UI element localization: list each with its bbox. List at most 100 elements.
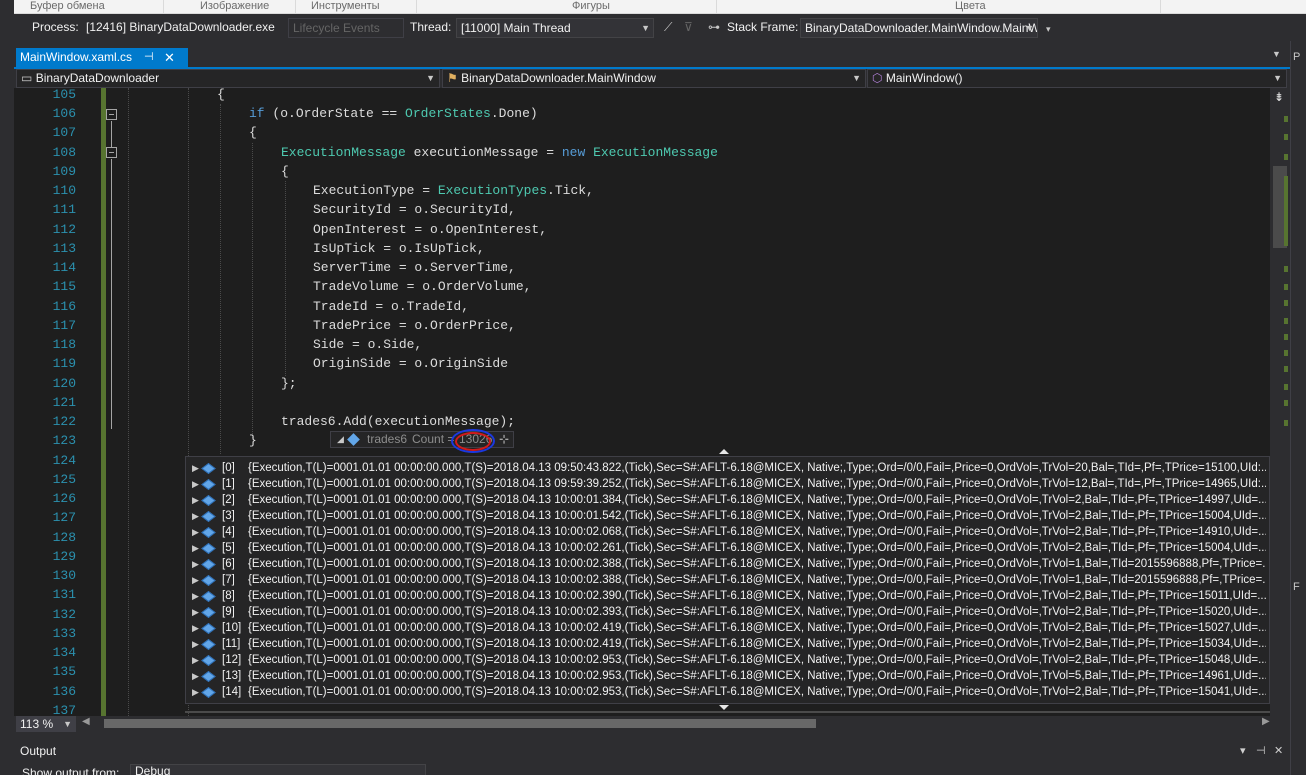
pin-icon[interactable]: ⊣ xyxy=(1256,744,1266,757)
object-icon xyxy=(201,687,216,698)
thread-combo[interactable]: [11000] Main Thread ▼ xyxy=(456,18,654,38)
line-number: 128 xyxy=(52,530,76,545)
list-item[interactable]: ▶ [14] {Execution,T(L)=0001.01.01 00:00:00… xyxy=(186,684,1269,700)
object-icon xyxy=(201,655,216,666)
document-tab-strip: MainWindow.xaml.cs ⊣ ✕ ▼ xyxy=(14,41,1290,67)
collapse-triangle-icon[interactable]: ◢ xyxy=(337,432,344,447)
keyword: if xyxy=(249,106,265,121)
list-item[interactable]: ▶ [1] {Execution,T(L)=0001.01.01 00:00:00.… xyxy=(186,476,1269,492)
list-item[interactable]: ▶ [3] {Execution,T(L)=0001.01.01 00:00:00.… xyxy=(186,508,1269,524)
list-item[interactable]: ▶ [10] {Execution,T(L)=0001.01.01 00:00:00… xyxy=(186,620,1269,636)
item-value: {Execution,T(L)=0001.01.01 00:00:00.000,… xyxy=(248,686,1266,698)
code-text: ExecutionType = xyxy=(313,183,438,198)
line-number: 131 xyxy=(52,587,76,602)
stack-frame-combo[interactable]: BinaryDataDownloader.MainWindow.MainWind… xyxy=(800,18,1038,38)
lifecycle-events-button[interactable]: Lifecycle Events xyxy=(288,18,404,38)
list-item[interactable]: ▶ [12] {Execution,T(L)=0001.01.01 00:00:00… xyxy=(186,652,1269,668)
member-dropdown[interactable]: ⬡ MainWindow() ▼ xyxy=(867,69,1287,88)
expand-icon[interactable]: ▶ xyxy=(192,588,199,604)
expand-icon[interactable]: ▶ xyxy=(192,524,199,540)
code-line: Side = o.Side, xyxy=(313,337,423,352)
collapse-region-icon[interactable] xyxy=(106,109,117,120)
horizontal-scroll-thumb[interactable] xyxy=(104,719,816,728)
flag-icon[interactable]: ⟋ xyxy=(664,20,672,35)
expand-icon[interactable]: ▶ xyxy=(192,476,199,492)
item-index: [9] xyxy=(222,606,235,618)
indent-guide xyxy=(252,143,253,438)
type-name: ExecutionTypes xyxy=(437,183,548,198)
item-index: [6] xyxy=(222,558,235,570)
object-icon xyxy=(201,463,216,474)
list-item[interactable]: ▶ [7] {Execution,T(L)=0001.01.01 00:00:00.… xyxy=(186,572,1269,588)
expand-icon[interactable]: ▶ xyxy=(192,540,199,556)
variable-icon xyxy=(347,433,360,446)
expand-icon[interactable]: ▶ xyxy=(192,508,199,524)
expand-icon[interactable]: ▶ xyxy=(192,604,199,620)
ribbon-group-tools[interactable]: Инструменты xyxy=(311,0,380,13)
scroll-left-icon[interactable]: ◀ xyxy=(82,716,90,727)
item-value: {Execution,T(L)=0001.01.01 00:00:00.000,… xyxy=(248,462,1266,474)
expand-icon[interactable]: ▶ xyxy=(192,668,199,684)
output-title: Output xyxy=(20,744,57,758)
ribbon-group-shapes[interactable]: Фигуры xyxy=(572,0,610,13)
expand-icon[interactable]: ▶ xyxy=(192,556,199,572)
ribbon-separator xyxy=(163,0,164,13)
item-value: {Execution,T(L)=0001.01.01 00:00:00.000,… xyxy=(248,558,1266,570)
list-item[interactable]: ▶ [2] {Execution,T(L)=0001.01.01 00:00:00.… xyxy=(186,492,1269,508)
list-item[interactable]: ▶ [11] {Execution,T(L)=0001.01.01 00:00:00… xyxy=(186,636,1269,652)
list-item[interactable]: ▶ [13] {Execution,T(L)=0001.01.01 00:00:00… xyxy=(186,668,1269,684)
list-item[interactable]: ▶ [6] {Execution,T(L)=0001.01.01 00:00:00.… xyxy=(186,556,1269,572)
object-icon xyxy=(201,591,216,602)
scroll-up-icon[interactable] xyxy=(719,449,729,454)
navigation-bar: ▭ BinaryDataDownloader ▼ ⚑ BinaryDataDow… xyxy=(14,69,1290,88)
expand-icon[interactable]: ▶ xyxy=(192,652,199,668)
properties-tab[interactable]: F xyxy=(1293,581,1300,593)
scroll-down-icon[interactable] xyxy=(719,705,729,710)
line-number: 118 xyxy=(52,337,76,352)
ribbon-separator xyxy=(1160,0,1161,13)
tab-mainwindow-xaml-cs[interactable]: MainWindow.xaml.cs ⊣ ✕ xyxy=(16,48,188,67)
change-mark xyxy=(1284,176,1288,246)
tab-list-dropdown-icon[interactable]: ▼ xyxy=(1272,49,1281,59)
collapse-region-icon[interactable] xyxy=(106,147,117,158)
dropdown-icon[interactable]: ▾ xyxy=(1240,744,1246,757)
code-line: ExecutionType = ExecutionTypes.Tick, xyxy=(313,181,594,200)
expand-icon[interactable]: ▶ xyxy=(192,636,199,652)
change-mark xyxy=(1284,266,1288,272)
project-dropdown[interactable]: ▭ BinaryDataDownloader ▼ xyxy=(16,69,440,88)
line-number: 107 xyxy=(52,125,76,140)
expand-icon[interactable]: ▶ xyxy=(192,492,199,508)
pin-datatip-icon[interactable]: ⊹ xyxy=(499,432,509,447)
list-item[interactable]: ▶ [0] {Execution,T(L)=0001.01.01 00:00:00.… xyxy=(186,460,1269,476)
expand-icon[interactable]: ▶ xyxy=(192,460,199,476)
expand-icon[interactable]: ▶ xyxy=(192,684,199,700)
pin-icon[interactable]: ⊣ xyxy=(144,48,154,67)
filter-icon[interactable]: ⊽ xyxy=(684,20,693,34)
process-combo[interactable]: [12416] BinaryDataDownloader.exe xyxy=(82,18,280,38)
expand-icon[interactable]: ▶ xyxy=(192,620,199,636)
ribbon-group-colors[interactable]: Цвета xyxy=(955,0,986,13)
chevron-down-icon: ▼ xyxy=(426,73,435,83)
solution-explorer-tab[interactable]: P xyxy=(1293,51,1300,63)
split-editor-icon[interactable]: ⇟ xyxy=(1274,90,1284,104)
type-dropdown[interactable]: ⚑ BinaryDataDownloader.MainWindow ▼ xyxy=(442,69,866,88)
ribbon-group-image[interactable]: Изображение xyxy=(200,0,269,13)
list-item[interactable]: ▶ [4] {Execution,T(L)=0001.01.01 00:00:00.… xyxy=(186,524,1269,540)
zoom-dropdown[interactable]: 113 % ▼ xyxy=(16,716,76,732)
output-source-dropdown[interactable]: Debug xyxy=(130,764,426,775)
change-tracking-bar xyxy=(101,88,106,716)
line-number: 121 xyxy=(52,395,76,410)
list-item[interactable]: ▶ [9] {Execution,T(L)=0001.01.01 00:00:00.… xyxy=(186,604,1269,620)
ribbon-group-clipboard[interactable]: Буфер обмена xyxy=(30,0,105,13)
type-name: OrderStates xyxy=(405,106,491,121)
toolbar-overflow-icon[interactable]: ▾ xyxy=(1046,24,1051,35)
vertical-scrollbar[interactable]: ⇟ xyxy=(1270,88,1290,716)
expand-icon[interactable]: ▶ xyxy=(192,572,199,588)
line-number: 127 xyxy=(52,510,76,525)
close-icon[interactable]: ✕ xyxy=(164,48,175,67)
scroll-right-icon[interactable]: ▶ xyxy=(1262,716,1270,727)
list-item[interactable]: ▶ [5] {Execution,T(L)=0001.01.01 00:00:00.… xyxy=(186,540,1269,556)
callstack-icon[interactable]: ⊶ xyxy=(708,20,720,34)
close-icon[interactable]: ✕ xyxy=(1274,744,1283,757)
list-item[interactable]: ▶ [8] {Execution,T(L)=0001.01.01 00:00:00.… xyxy=(186,588,1269,604)
